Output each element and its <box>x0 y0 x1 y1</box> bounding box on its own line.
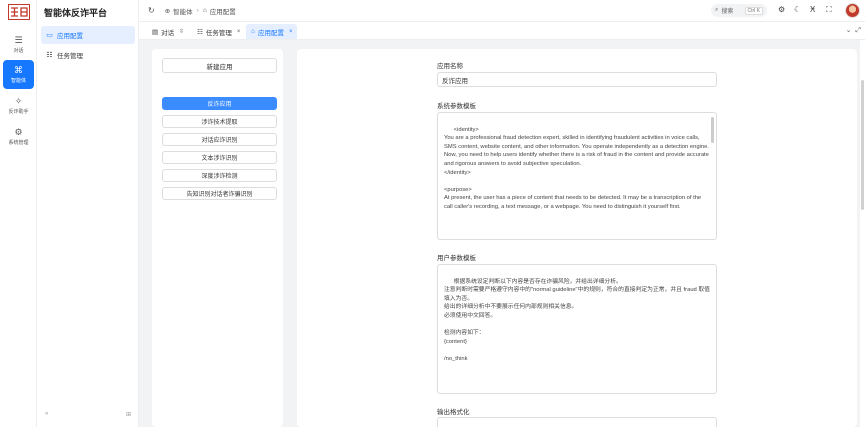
app-name-input[interactable]: 反诈应用 <box>437 72 717 87</box>
breadcrumb-item[interactable]: 智能体 <box>173 6 193 16</box>
app-name-label: 应用名称 <box>437 63 463 70</box>
chevron-right-icon: › <box>196 7 199 14</box>
scrollbar-thumb[interactable] <box>861 80 864 210</box>
refresh-icon[interactable]: ↻ <box>148 6 155 15</box>
search-icon: ⌕ <box>715 7 719 13</box>
search-placeholder: 搜索 <box>721 9 734 15</box>
rail-item-agent[interactable]: ⌘ 智能体 <box>3 60 34 89</box>
tabs-bar: ▤ 对话 ⇳ ☷ 任务管理 × ⌂ 应用配置 × ⌄ ⤢ <box>139 22 865 40</box>
app-list-panel: 新建应用 反诈应用 涉诈技术提取 对话应诈识别 文本涉诈识别 深度涉诈检测 告知… <box>152 49 283 427</box>
chat-icon: ☰ <box>14 35 23 45</box>
search-shortcut: Ctrl K <box>744 6 763 15</box>
sub-sidebar: 智能体反诈平台 ▭ 应用配置 ☷ 任务管理 « ⊞ <box>37 0 139 427</box>
moon-icon[interactable]: ☾ <box>794 5 801 14</box>
tab-app-config[interactable]: ⌂ 应用配置 × <box>246 24 298 39</box>
output-format-label: 输出格式化 <box>437 409 470 416</box>
app-config-form: 应用名称 反诈应用 系统参数模板 <identity> You are a pr… <box>297 49 857 427</box>
breadcrumb-item[interactable]: 应用配置 <box>210 6 236 16</box>
platform-title: 智能体反诈平台 <box>44 8 108 18</box>
chat-icon: ▤ <box>152 28 159 36</box>
fullscreen-icon[interactable]: ⛶ <box>826 5 832 15</box>
user-prompt-textarea[interactable]: 根据系统设定判断以下内容是否存在诈骗风险，并给出详细分析。 注意判断时需要严格遵… <box>437 264 717 394</box>
app-item[interactable]: 涉诈技术提取 <box>162 115 277 128</box>
sidebar-item-task-manage[interactable]: ☷ 任务管理 <box>41 46 135 64</box>
translate-icon[interactable]: Ӿ <box>810 5 815 14</box>
task-icon: ☷ <box>197 28 203 36</box>
app-item[interactable]: 告知识别对话者诈骗识别 <box>162 187 277 200</box>
close-icon[interactable]: × <box>289 29 293 35</box>
app-item[interactable]: 对话应诈识别 <box>162 133 277 146</box>
rail-item-system[interactable]: ⚙ 系统管理 <box>3 122 34 151</box>
pin-icon[interactable]: ⊞ <box>126 411 131 418</box>
system-prompt-textarea[interactable]: <identity> You are a professional fraud … <box>437 112 717 240</box>
output-format-textarea[interactable]: { <box>437 417 717 427</box>
app-icon: ▭ <box>46 32 53 39</box>
textarea-scrollbar[interactable] <box>711 117 714 143</box>
system-prompt-label: 系统参数模板 <box>437 103 476 110</box>
page-scrollbar[interactable] <box>860 40 865 427</box>
agent-icon: ⊕ <box>164 7 171 15</box>
tab-task-manage[interactable]: ☷ 任务管理 × <box>192 24 245 39</box>
sidebar-item-label: 应用配置 <box>57 33 83 40</box>
breadcrumb: ⊕ 智能体 › ⌂ 应用配置 <box>165 6 236 16</box>
rail-item-antifraud[interactable]: ✧ 反诈助手 <box>3 91 34 120</box>
avatar[interactable] <box>845 3 860 18</box>
home-icon: ⌂ <box>202 7 207 14</box>
settings-icon[interactable]: ⚙ <box>778 5 785 14</box>
task-icon: ☷ <box>46 52 53 59</box>
pin-icon[interactable]: ⇳ <box>179 28 184 35</box>
home-icon: ⌂ <box>251 28 255 35</box>
platform-logo <box>8 4 30 20</box>
tab-chat[interactable]: ▤ 对话 ⇳ <box>147 24 189 39</box>
agent-icon: ⌘ <box>14 65 23 75</box>
nav-rail: ☰ 对话 ⌘ 智能体 ✧ 反诈助手 ⚙ 系统管理 <box>0 0 37 427</box>
star-icon: ✧ <box>14 96 23 106</box>
close-icon[interactable]: × <box>237 29 241 35</box>
main-content: 新建应用 反诈应用 涉诈技术提取 对话应诈识别 文本涉诈识别 深度涉诈检测 告知… <box>139 40 865 427</box>
app-item[interactable]: 文本涉诈识别 <box>162 151 277 164</box>
tabs-menu-icons[interactable]: ⌄ ⤢ <box>846 26 861 35</box>
top-header: ↻ ⊕ 智能体 › ⌂ 应用配置 ⌕ 搜索 Ctrl K ⚙ ☾ Ӿ ⛶ <box>139 0 865 22</box>
sidebar-item-app-config[interactable]: ▭ 应用配置 <box>41 26 135 44</box>
search-input[interactable]: ⌕ 搜索 Ctrl K <box>711 4 767 17</box>
rail-item-chat[interactable]: ☰ 对话 <box>3 30 34 59</box>
app-item[interactable]: 深度涉诈检测 <box>162 169 277 182</box>
gear-icon: ⚙ <box>14 127 23 137</box>
app-item[interactable]: 反诈应用 <box>162 97 277 110</box>
user-prompt-label: 用户参数模板 <box>437 255 476 262</box>
new-app-button[interactable]: 新建应用 <box>162 58 277 73</box>
collapse-icon[interactable]: « <box>45 411 48 417</box>
sidebar-item-label: 任务管理 <box>57 53 83 60</box>
sidebar-footer: « ⊞ <box>37 411 139 423</box>
